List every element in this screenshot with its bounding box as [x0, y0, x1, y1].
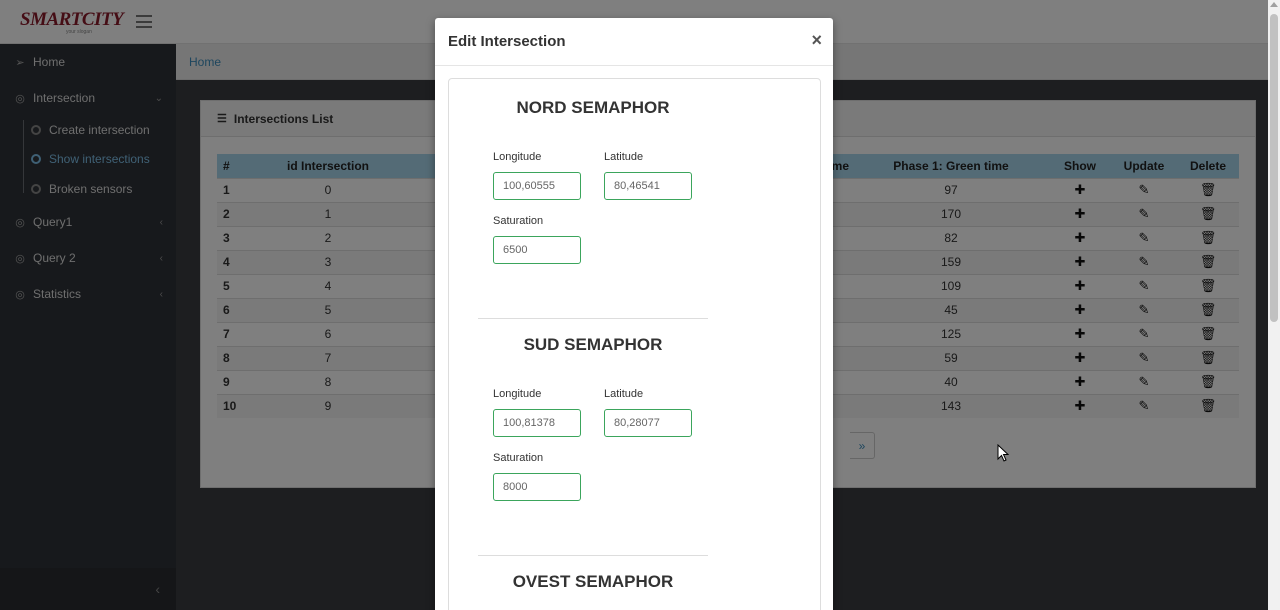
edit-intersection-modal: Edit Intersection × NORD SEMAPHOR Longit…: [435, 18, 833, 610]
scroll-up-arrow-icon[interactable]: [1270, 2, 1278, 7]
nord-saturation-input[interactable]: [493, 236, 581, 264]
nord-latitude-input[interactable]: [604, 172, 692, 200]
section-divider: [478, 318, 708, 319]
modal-title: Edit Intersection: [448, 33, 566, 50]
scrollbar-thumb[interactable]: [1270, 14, 1278, 322]
mouse-pointer-icon: [997, 444, 1009, 462]
page-scrollbar[interactable]: [1268, 0, 1280, 610]
sud-saturation-input[interactable]: [493, 473, 581, 501]
saturation-label: Saturation: [493, 452, 544, 464]
semaphores-form: NORD SEMAPHOR Longitude Latitude Saturat…: [448, 78, 821, 610]
sud-longitude-input[interactable]: [493, 409, 581, 437]
longitude-label: Longitude: [493, 151, 542, 163]
latitude-label: Latitude: [604, 151, 644, 163]
close-icon[interactable]: ×: [811, 30, 822, 51]
semaphore-title-sud: SUD SEMAPHOR: [523, 335, 663, 354]
saturation-label: Saturation: [493, 215, 544, 227]
modal-header: Edit Intersection ×: [435, 18, 833, 66]
longitude-label: Longitude: [493, 388, 542, 400]
semaphore-title-nord: NORD SEMAPHOR: [516, 98, 670, 117]
semaphore-title-ovest: OVEST SEMAPHOR: [512, 572, 674, 591]
nord-longitude-input[interactable]: [493, 172, 581, 200]
latitude-label: Latitude: [604, 388, 644, 400]
section-divider: [478, 555, 708, 556]
sud-latitude-input[interactable]: [604, 409, 692, 437]
